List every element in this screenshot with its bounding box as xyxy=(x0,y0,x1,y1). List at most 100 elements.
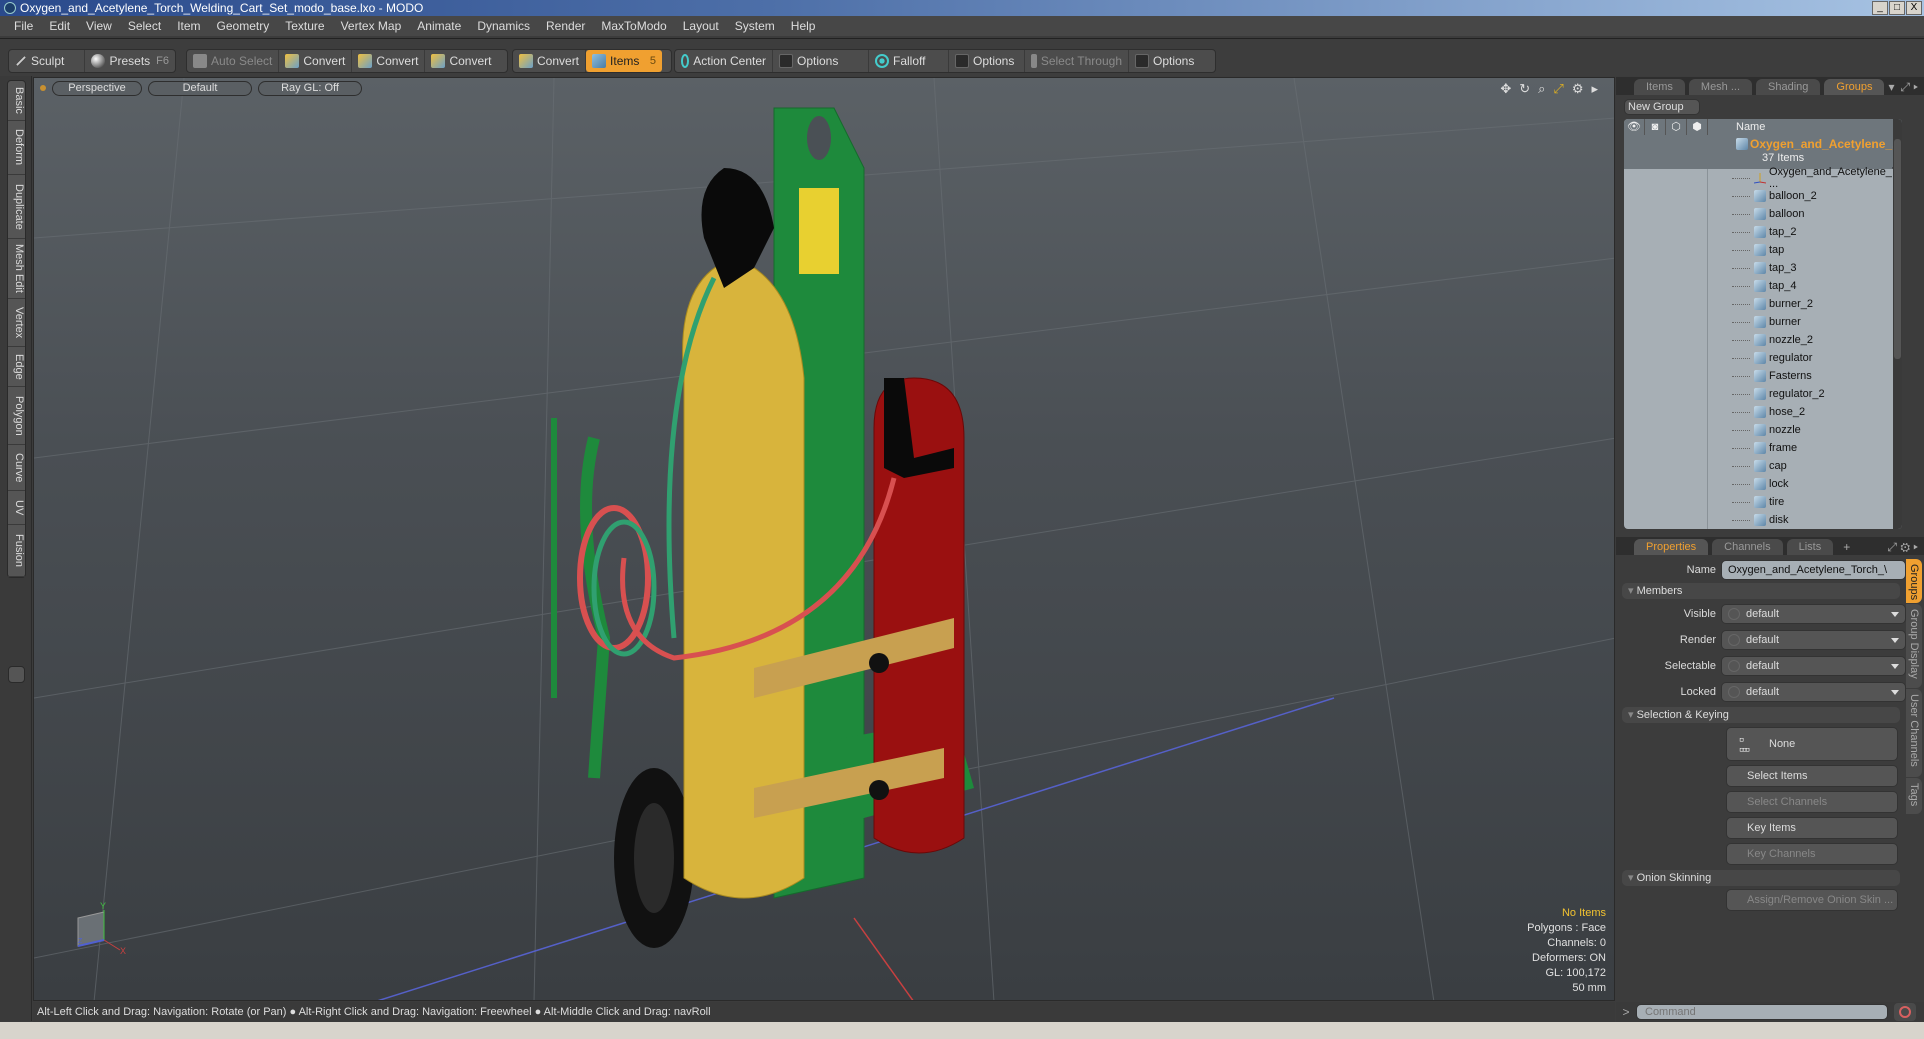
shading-mode-button[interactable]: Default xyxy=(148,80,252,96)
falloff-options-button[interactable]: Options xyxy=(949,50,1025,72)
group-member-row[interactable]: Oxygen_and_Acetylene_T ... xyxy=(1624,166,1902,190)
tab-properties[interactable]: Properties xyxy=(1634,539,1709,555)
menu-file[interactable]: File xyxy=(6,19,41,33)
panel-settings-icon[interactable]: ⤢ ⚙ ▸ xyxy=(1887,539,1918,555)
group-member-row[interactable]: tire xyxy=(1624,493,1902,511)
group-root-row[interactable]: Oxygen_and_Acetylene_... 37 Items xyxy=(1624,135,1902,169)
selectable-radio[interactable] xyxy=(1728,660,1740,672)
locked-radio[interactable] xyxy=(1728,686,1740,698)
minimize-button[interactable]: _ xyxy=(1872,1,1888,15)
maximize-icon[interactable]: ⤢ xyxy=(1553,81,1563,97)
raygl-button[interactable]: Ray GL: Off xyxy=(258,80,362,96)
render-radio[interactable] xyxy=(1728,634,1740,646)
tab-duplicate[interactable]: Duplicate xyxy=(8,175,25,239)
menu-edit[interactable]: Edit xyxy=(41,19,78,33)
hierarchy-none-button[interactable]: ▫ ▫▫▫ None xyxy=(1726,727,1898,761)
scrollbar-thumb[interactable] xyxy=(1894,139,1901,359)
tab-shading[interactable]: Shading xyxy=(1756,79,1821,95)
convert-edges-button[interactable]: Convert xyxy=(352,50,426,72)
command-input[interactable] xyxy=(1636,1004,1888,1020)
3d-viewport[interactable]: Perspective Default Ray GL: Off ✥ ↻ ⌕ ⤢ … xyxy=(33,77,1615,1001)
render-camera-icon[interactable]: ◙ xyxy=(1645,119,1666,135)
auto-select-button[interactable]: Auto Select xyxy=(187,50,280,72)
key-items-button[interactable]: Key Items xyxy=(1726,817,1898,839)
new-group-button[interactable]: New Group xyxy=(1624,99,1700,115)
group-list-scrollbar[interactable] xyxy=(1893,119,1902,529)
select-channels-button[interactable]: Select Channels xyxy=(1726,791,1898,813)
add-tab-icon[interactable]: + xyxy=(1837,539,1856,555)
maximize-button[interactable]: □ xyxy=(1889,1,1905,15)
viewport-menu-dot[interactable] xyxy=(40,85,46,91)
tab-edge[interactable]: Edge xyxy=(8,347,25,387)
name-field[interactable]: Oxygen_and_Acetylene_Torch_\ xyxy=(1721,560,1906,580)
menu-vertex-map[interactable]: Vertex Map xyxy=(333,19,410,33)
zoom-icon[interactable]: ⌕ xyxy=(1538,81,1545,97)
select-through-button[interactable]: Select Through xyxy=(1025,50,1129,72)
group-member-row[interactable]: balloon_2 xyxy=(1624,187,1902,205)
onion-skinning-section[interactable]: Onion Skinning xyxy=(1622,870,1900,886)
group-member-row[interactable]: cap xyxy=(1624,457,1902,475)
tab-uv[interactable]: UV xyxy=(8,491,25,525)
menu-maxtomodo[interactable]: MaxToModo xyxy=(593,19,674,33)
selectable-dropdown[interactable]: default xyxy=(1721,656,1906,676)
menu-item[interactable]: Item xyxy=(169,19,208,33)
menu-texture[interactable]: Texture xyxy=(277,19,332,33)
select-items-button[interactable]: Select Items xyxy=(1726,765,1898,787)
tab-toggle-button[interactable] xyxy=(8,666,25,683)
onion-skin-button[interactable]: Assign/Remove Onion Skin ... xyxy=(1726,889,1898,911)
tab-basic[interactable]: Basic xyxy=(8,81,25,121)
command-history-button[interactable] xyxy=(1894,1003,1916,1021)
group-member-row[interactable]: tap xyxy=(1624,241,1902,259)
convert-polygons-button[interactable]: Convert xyxy=(425,50,497,72)
side-tab-user-channels[interactable]: User Channels xyxy=(1906,689,1922,777)
action-center-button[interactable]: Action Center xyxy=(675,50,773,72)
menu-animate[interactable]: Animate xyxy=(409,19,469,33)
side-tab-tags[interactable]: Tags xyxy=(1906,778,1922,814)
group-member-row[interactable]: balloon xyxy=(1624,205,1902,223)
tab-groups[interactable]: Groups xyxy=(1824,79,1885,95)
tab-fusion[interactable]: Fusion xyxy=(8,525,25,577)
render-dropdown[interactable]: default xyxy=(1721,630,1906,650)
convert-materials-button[interactable]: Convert xyxy=(513,50,587,72)
tab-mesh[interactable]: Mesh ... xyxy=(1688,79,1753,95)
locked-dropdown[interactable]: default xyxy=(1721,682,1906,702)
rotate-icon[interactable]: ↻ xyxy=(1519,81,1530,97)
menu-layout[interactable]: Layout xyxy=(675,19,727,33)
falloff-button[interactable]: Falloff xyxy=(869,50,949,72)
group-member-row[interactable]: lock xyxy=(1624,475,1902,493)
selection-keying-section[interactable]: Selection & Keying xyxy=(1622,707,1900,723)
side-tab-groups[interactable]: Groups xyxy=(1906,559,1922,603)
group-member-row[interactable]: hose_2 xyxy=(1624,403,1902,421)
tab-channels[interactable]: Channels xyxy=(1712,539,1783,555)
expand-panel-icon[interactable]: ⤢ ▸ xyxy=(1900,79,1918,95)
tab-mesh-edit[interactable]: Mesh Edit xyxy=(8,239,25,299)
tabs-dropdown-icon[interactable]: ▾ xyxy=(1888,79,1894,95)
selectable-icon[interactable]: ⬡ xyxy=(1666,119,1687,135)
close-button[interactable]: X xyxy=(1906,1,1922,15)
group-member-row[interactable]: nozzle xyxy=(1624,421,1902,439)
menu-select[interactable]: Select xyxy=(120,19,169,33)
group-member-row[interactable]: nozzle_2 xyxy=(1624,331,1902,349)
visibility-eye-icon[interactable]: 👁 xyxy=(1624,119,1645,135)
menu-dynamics[interactable]: Dynamics xyxy=(469,19,538,33)
group-member-row[interactable]: tap_4 xyxy=(1624,277,1902,295)
tab-polygon[interactable]: Polygon xyxy=(8,387,25,445)
menu-render[interactable]: Render xyxy=(538,19,593,33)
menu-help[interactable]: Help xyxy=(783,19,824,33)
select-through-options-button[interactable]: Options xyxy=(1129,50,1200,72)
action-center-options-button[interactable]: Options xyxy=(773,50,869,72)
tab-items[interactable]: Items xyxy=(1634,79,1685,95)
group-member-row[interactable]: Fasterns xyxy=(1624,367,1902,385)
welding-cart-model[interactable] xyxy=(551,107,974,948)
group-member-row[interactable]: tap_2 xyxy=(1624,223,1902,241)
tab-lists[interactable]: Lists xyxy=(1786,539,1834,555)
key-channels-button[interactable]: Key Channels xyxy=(1726,843,1898,865)
group-member-row[interactable]: disk xyxy=(1624,511,1902,529)
gear-icon[interactable]: ⚙ xyxy=(1572,81,1584,97)
menu-system[interactable]: System xyxy=(727,19,783,33)
presets-button[interactable]: Presets F6 xyxy=(85,50,175,72)
members-section[interactable]: Members xyxy=(1622,583,1900,599)
tab-vertex[interactable]: Vertex xyxy=(8,299,25,347)
group-member-row[interactable]: regulator_2 xyxy=(1624,385,1902,403)
move-icon[interactable]: ✥ xyxy=(1500,81,1511,97)
